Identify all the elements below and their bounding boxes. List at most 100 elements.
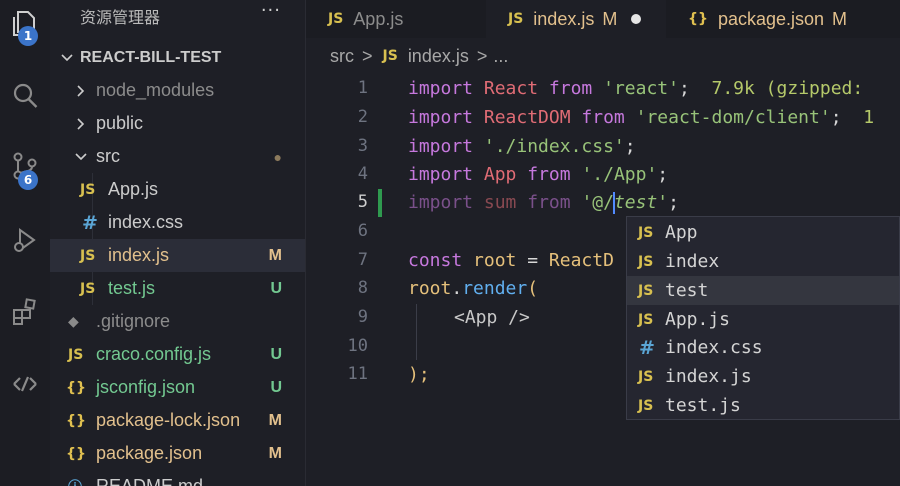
tab-label: index.js [533,8,595,29]
css-file-icon: # [82,211,98,234]
breadcrumb-file[interactable]: index.js [408,46,469,67]
tree-item-node-modules[interactable]: node_modules [50,74,305,107]
punct: ; [678,78,690,99]
tree-item-label: node_modules [96,80,215,100]
git-status-untracked: U [270,378,282,396]
js-file-icon: JS [80,181,96,198]
explorer-badge: 1 [18,26,38,46]
import-size-hint: 7.9k (gzipped: [711,78,875,99]
suggestion-label: index [665,251,720,272]
tab-status: M [832,8,848,29]
suggestion-item[interactable]: JS App.js [627,305,899,334]
identifier: React [483,78,539,99]
breadcrumb-folder[interactable]: src [330,46,354,67]
suggestion-label: App.js [665,309,731,330]
tree-item-label: package-lock.json [96,410,241,430]
identifier: ReactD [548,250,614,271]
keyword: const [408,250,463,271]
line-number: 7 [357,250,368,270]
suggestion-item[interactable]: JS test.js [627,391,899,420]
code-line-5: import sum from '@/test'; [408,188,679,217]
line-number: 4 [357,164,368,184]
tree-item-label: README.md [96,476,204,486]
code-line-3: import './index.css'; [408,132,636,161]
punct: ; [624,136,636,157]
tree-item-label: .gitignore [96,311,171,331]
remote-icon[interactable] [0,360,50,408]
json-file-icon: {} [66,379,86,396]
tab-app-js[interactable]: JS App.js [306,0,486,38]
suggestion-item[interactable]: # index.css [627,333,899,362]
suggestion-item-focused[interactable]: JS test [627,276,899,305]
tree-item-jsconfig[interactable]: {} jsconfig.json U [50,371,305,404]
tree-item-gitignore[interactable]: ◆ .gitignore [50,305,305,338]
modified-dot: ● [273,148,282,165]
tree-item-package-lock[interactable]: {} package-lock.json M [50,404,305,437]
line-number: 2 [357,107,368,127]
suggestion-item[interactable]: JS index.js [627,362,899,391]
js-file-icon: JS [638,311,654,328]
suggestion-label: index.css [665,337,763,358]
variable: root [473,250,517,271]
run-debug-icon[interactable] [0,216,50,264]
string: './App' [581,164,658,185]
tree-item-readme[interactable]: ⓘ README.md [50,470,305,486]
suggestion-label: test.js [665,395,741,416]
keyword: from [548,78,593,99]
tree-item-test-js[interactable]: JS test.js U [50,272,305,305]
sidebar-title: 资源管理器 [80,8,161,27]
suggestion-item[interactable]: JS App [627,218,899,247]
extensions-icon[interactable] [0,288,50,336]
code-line-2: import ReactDOM from 'react-dom/client';… [408,103,874,132]
punct: ; [830,107,842,128]
code-line-8: root.render( [408,274,538,303]
tree-item-index-css[interactable]: # index.css [50,206,305,239]
tree-item-craco-config[interactable]: JS craco.config.js U [50,338,305,371]
suggestion-item[interactable]: JS index [627,247,899,276]
search-icon[interactable] [0,72,50,120]
project-root[interactable]: REACT-BILL-TEST [50,41,305,74]
tree-item-label: public [96,113,144,133]
project-root-label: REACT-BILL-TEST [80,48,222,66]
tree-item-app-js[interactable]: JS App.js [50,173,305,206]
tab-index-js[interactable]: JS index.js M [486,0,666,38]
keyword: import [408,192,474,213]
breadcrumb-symbols[interactable]: ... [493,46,508,67]
tree-item-src[interactable]: src ● [50,140,305,173]
js-file-icon: JS [638,282,654,299]
breadcrumb: src > JS index.js > ... [306,38,900,74]
tree-item-public[interactable]: public [50,107,305,140]
js-file-icon: JS [638,253,654,270]
suggestion-label: test [665,280,709,301]
code-line-9: <App /> [454,303,530,332]
code-line-1: import React from 'react'; 7.9k (gzipped… [408,74,874,103]
js-file-icon: JS [508,11,524,27]
info-file-icon: ⓘ [68,477,82,486]
activity-bar: 1 6 [0,0,50,486]
suggestion-label: App [665,222,698,243]
string: './index.css' [483,136,625,157]
punct: ( [527,278,539,299]
code-line-4: import App from './App'; [408,160,668,189]
js-file-icon: JS [638,368,654,385]
tree-item-package-json[interactable]: {} package.json M [50,437,305,470]
more-actions-button[interactable]: ··· [261,0,281,21]
variable: root [408,278,452,299]
punct: ; [657,164,669,185]
identifier: App [483,164,517,185]
tab-status: M [602,8,618,29]
js-file-icon: JS [68,346,84,363]
line-number: 6 [357,221,368,241]
json-file-icon: {} [688,11,708,27]
unsaved-dot-icon[interactable] [631,14,642,24]
tab-package-json[interactable]: {} package.json M [666,0,876,38]
tree-item-label: jsconfig.json [96,377,196,397]
js-file-icon: JS [328,11,344,27]
punct: . [451,278,463,299]
line-number: 11 [347,364,368,384]
git-status-untracked: U [270,345,282,363]
line-number: 3 [357,136,368,156]
tree-item-index-js[interactable]: JS index.js M [50,239,305,272]
breadcrumb-separator: > [362,45,373,66]
js-file-icon: JS [80,247,96,264]
